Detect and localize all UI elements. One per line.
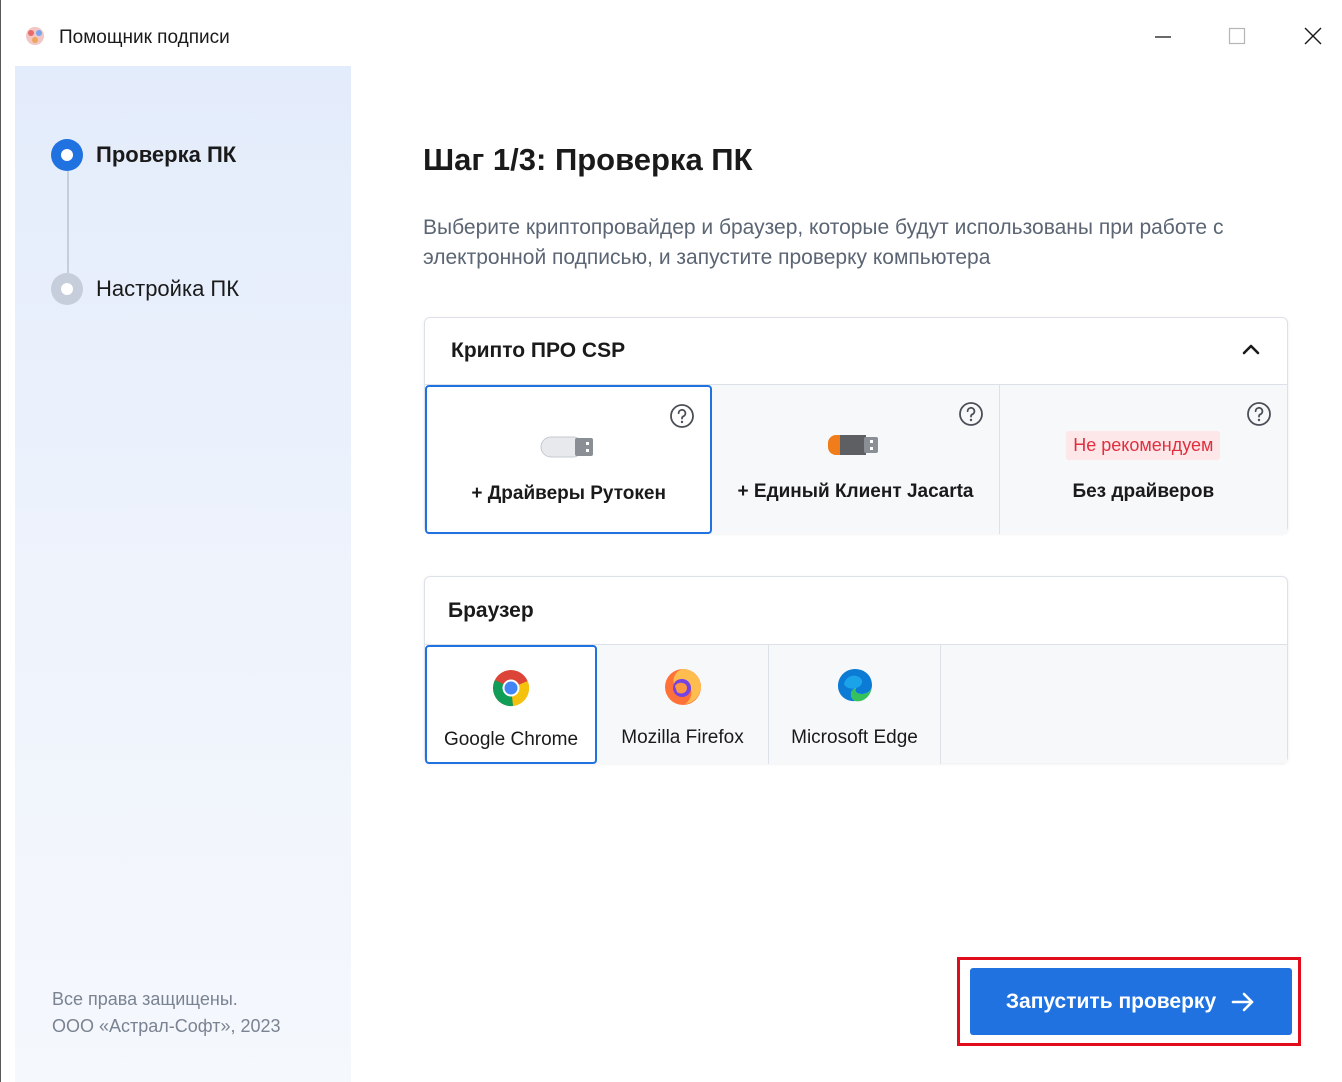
app-logo-icon bbox=[26, 27, 44, 45]
browser-panel: Браузер Google Chrome Mozilla Firefox Mi… bbox=[424, 576, 1288, 764]
sidebar: Проверка ПК Настройка ПК Все права защищ… bbox=[15, 66, 351, 1082]
help-icon[interactable] bbox=[957, 400, 985, 428]
footer-line-company: ООО «Астрал-Софт», 2023 bbox=[52, 1016, 281, 1036]
step-label: Проверка ПК bbox=[96, 142, 237, 167]
option-label: + Единый Клиент Jacarta bbox=[737, 481, 974, 502]
option-label: + Драйверы Рутокен bbox=[471, 483, 666, 504]
chevron-up-icon[interactable] bbox=[1239, 338, 1263, 362]
minimize-button[interactable] bbox=[1133, 14, 1193, 58]
crypto-option-no-drivers[interactable]: Не рекомендуем Без драйверов bbox=[999, 385, 1287, 534]
option-label: Google Chrome bbox=[443, 729, 579, 750]
browser-options-filler bbox=[941, 645, 1287, 763]
app-window: Помощник подписи Проверка ПК Настройка П… bbox=[0, 0, 1342, 1082]
window-title: Помощник подписи bbox=[59, 27, 230, 48]
browser-panel-header: Браузер bbox=[425, 577, 1287, 644]
crypto-panel-title: Крипто ПРО CSP bbox=[451, 339, 626, 362]
crypto-option-rutoken[interactable]: + Драйверы Рутокен bbox=[425, 385, 713, 534]
step-active-indicator bbox=[51, 139, 83, 171]
browser-options: Google Chrome Mozilla Firefox Microsoft … bbox=[425, 644, 1287, 764]
edge-icon bbox=[837, 669, 872, 702]
maximize-icon bbox=[1228, 27, 1246, 45]
crypto-provider-panel: Крипто ПРО CSP + Драйверы Рутокен + Един… bbox=[424, 317, 1288, 534]
usb-token-white-icon bbox=[540, 436, 593, 458]
close-button[interactable] bbox=[1283, 14, 1342, 58]
firefox-icon bbox=[664, 669, 701, 705]
arrow-right-icon bbox=[1231, 992, 1254, 1011]
browser-panel-title: Браузер bbox=[448, 598, 534, 622]
run-check-button[interactable]: Запустить проверку bbox=[970, 968, 1292, 1035]
footer-line-rights: Все права защищены. bbox=[52, 989, 238, 1009]
option-label: Microsoft Edge bbox=[791, 727, 918, 748]
close-icon bbox=[1304, 27, 1322, 45]
sidebar-step-check-pc[interactable]: Проверка ПК bbox=[51, 139, 236, 171]
chrome-icon bbox=[493, 670, 530, 707]
browser-option-chrome[interactable]: Google Chrome bbox=[425, 645, 597, 764]
crypto-panel-header[interactable]: Крипто ПРО CSP bbox=[425, 318, 1287, 384]
step-inactive-indicator bbox=[51, 273, 83, 305]
help-icon[interactable] bbox=[668, 402, 696, 430]
sidebar-step-setup-pc[interactable]: Настройка ПК bbox=[51, 273, 239, 305]
browser-option-firefox[interactable]: Mozilla Firefox bbox=[597, 645, 769, 764]
browser-option-edge[interactable]: Microsoft Edge bbox=[769, 645, 941, 764]
minimize-icon bbox=[1155, 36, 1171, 38]
page-title: Шаг 1/3: Проверка ПК bbox=[423, 142, 753, 177]
step-label: Настройка ПК bbox=[96, 276, 240, 301]
run-check-label: Запустить проверку bbox=[1005, 989, 1217, 1013]
not-recommended-badge: Не рекомендуем bbox=[1066, 431, 1221, 460]
copyright-footer: Все права защищены. ООО «Астрал-Софт», 2… bbox=[52, 986, 281, 1040]
usb-token-orange-icon bbox=[827, 435, 878, 455]
title-bar: Помощник подписи bbox=[1, 0, 1342, 66]
crypto-option-jacarta[interactable]: + Единый Клиент Jacarta bbox=[712, 385, 1000, 534]
option-label: Без драйверов bbox=[1072, 481, 1215, 502]
page-description: Выберите криптопровайдер и браузер, кото… bbox=[423, 216, 1224, 269]
maximize-button[interactable] bbox=[1207, 14, 1267, 58]
help-icon[interactable] bbox=[1245, 400, 1273, 428]
option-label: Mozilla Firefox bbox=[621, 727, 744, 748]
crypto-options: + Драйверы Рутокен + Единый Клиент Jacar… bbox=[425, 384, 1287, 534]
step-connector bbox=[67, 171, 69, 273]
